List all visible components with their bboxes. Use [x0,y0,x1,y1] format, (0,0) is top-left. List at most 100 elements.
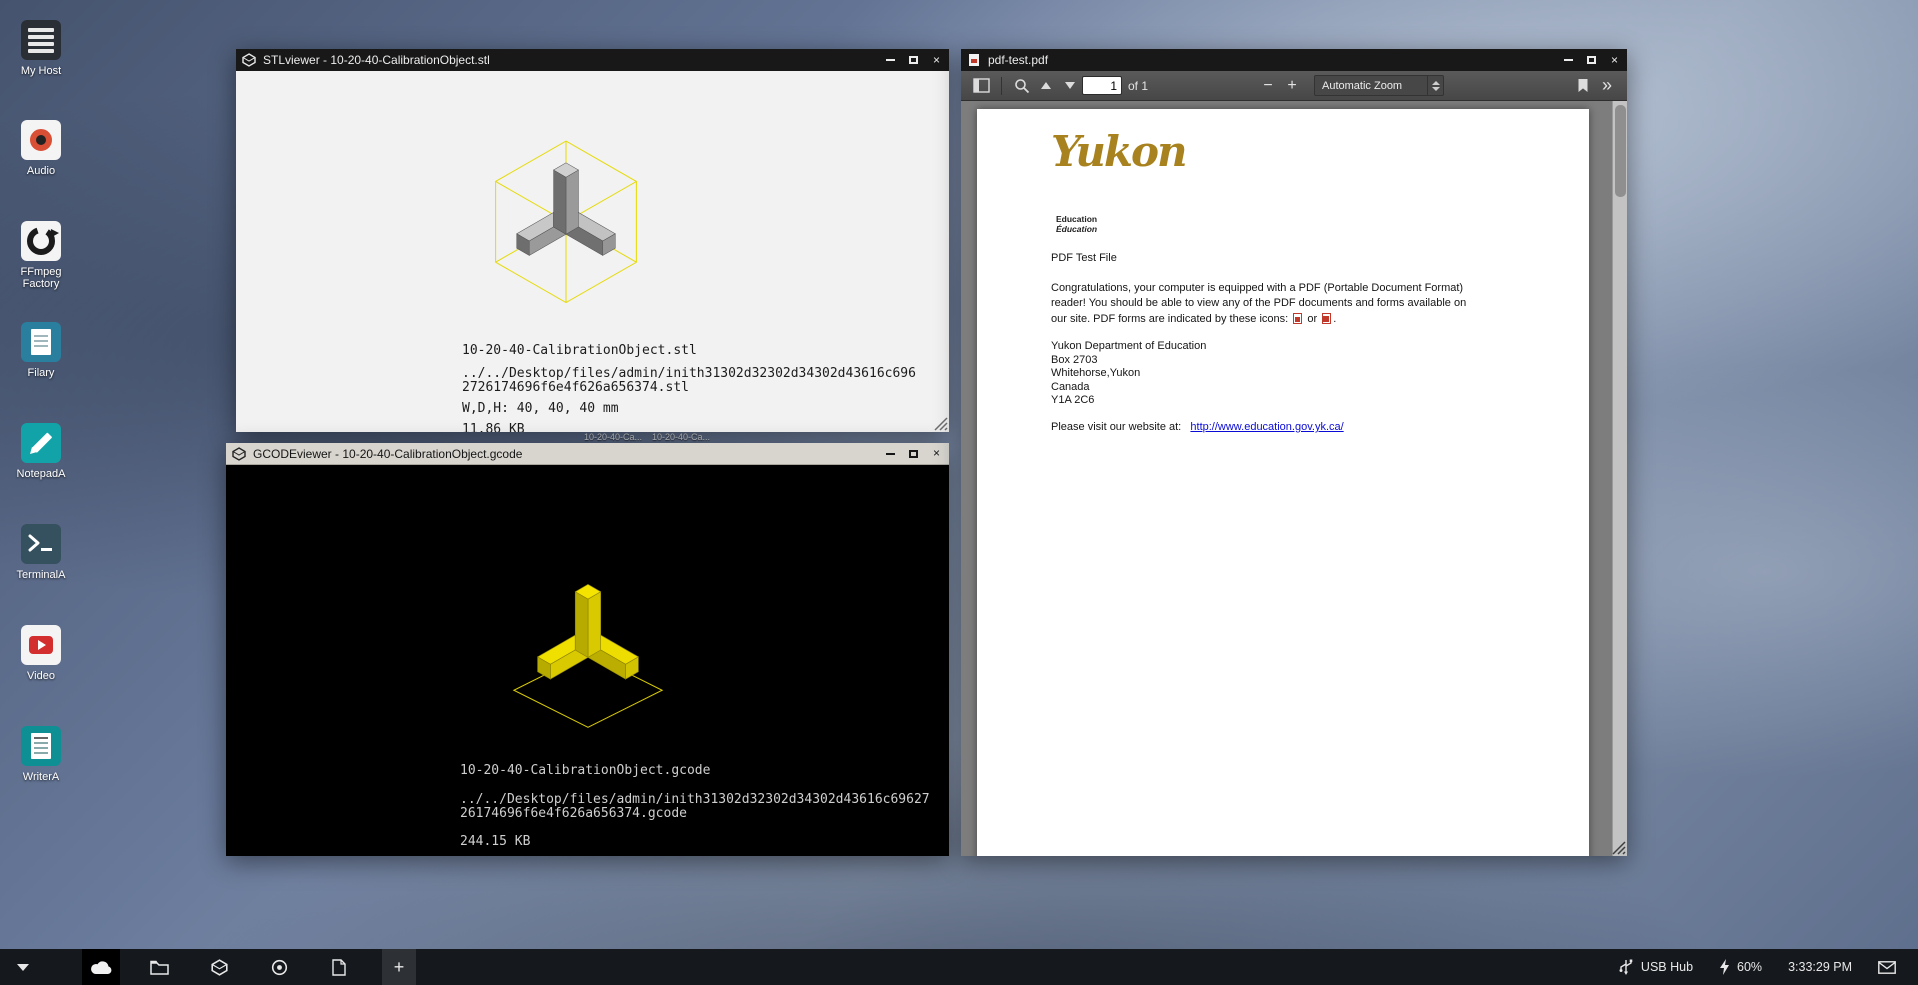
bookmark-button[interactable] [1571,75,1595,97]
notepad-pencil-icon [21,423,61,463]
paragraph-line: Congratulations, your computer is equipp… [1051,282,1463,294]
maximize-button[interactable] [907,54,920,67]
gcodeviewer-app-icon [232,447,246,461]
previous-page-button[interactable] [1034,75,1058,97]
ffmpeg-icon [21,221,61,261]
zoom-select-value: Automatic Zoom [1315,80,1427,92]
stlviewer-app-icon [242,53,256,67]
my-host-icon [21,20,61,60]
desktop-icon-label: Filary [8,367,74,379]
minimize-button[interactable] [884,54,897,67]
scrollbar[interactable] [1612,101,1627,856]
gcodeviewer-window-title: GCODEviewer - 10-20-40-CalibrationObject… [253,447,876,461]
desktop-icon-filary[interactable]: Filary [8,322,74,379]
bookmark-icon [1577,78,1589,93]
gcodeviewer-titlebar[interactable]: GCODEviewer - 10-20-40-CalibrationObject… [226,443,949,465]
charging-bolt-icon [1719,959,1730,975]
stl-viewport[interactable]: 10-20-40-CalibrationObject.stl ../../Des… [236,71,949,432]
paragraph-line: reader! You should be able to view any o… [1051,297,1466,309]
arrow-up-icon [1041,82,1051,89]
zoom-in-button[interactable]: + [1280,75,1304,97]
desktop-icon-terminala[interactable]: TerminalA [8,524,74,581]
desktop-file-label: 10-20-40-Ca... [578,432,648,442]
desktop-icon-my-host[interactable]: My Host [8,20,74,77]
resize-grip[interactable] [932,415,948,431]
filary-icon [21,322,61,362]
desktop-icon-notepada[interactable]: NotepadA [8,423,74,480]
desktop-icon-label: WriterA [8,771,74,783]
taskbar-pdf-viewer[interactable] [320,949,358,985]
stlviewer-window-title: STLviewer - 10-20-40-CalibrationObject.s… [263,53,876,67]
stl-filename: 10-20-40-CalibrationObject.stl [462,343,697,358]
taskbar-stlviewer[interactable] [200,949,238,985]
pdf-window-title: pdf-test.pdf [988,53,1554,67]
gcode-filename: 10-20-40-CalibrationObject.gcode [460,763,710,778]
gcode-filesize: 244.15 KB [460,834,530,849]
stlviewer-task-icon [211,959,228,976]
pdf-form-mini-icon [1322,313,1331,324]
maximize-button[interactable] [1585,54,1598,67]
page-count-label: of 1 [1128,79,1148,93]
pdf-document-task-icon [332,959,346,976]
minimize-button[interactable] [884,447,897,460]
toolbar-divider [1001,77,1002,95]
scrollbar-thumb[interactable] [1615,105,1626,197]
pdf-viewer-window: pdf-test.pdf × [961,49,1627,856]
taskbar-gcodeviewer[interactable] [260,949,298,985]
address-line: Yukon Department of Education [1051,340,1206,354]
stl-filesize: 11.86 KB [462,422,525,432]
gcode-3d-model [498,560,678,740]
messages-tray[interactable] [1878,961,1896,974]
close-button[interactable]: × [930,54,943,67]
battery-percent-label: 60% [1737,960,1762,974]
clock[interactable]: 3:33:29 PM [1788,960,1852,974]
pdf-heading: PDF Test File [1051,251,1117,266]
sidebar-toggle-button[interactable] [969,75,993,97]
stlviewer-titlebar[interactable]: STLviewer - 10-20-40-CalibrationObject.s… [236,49,949,71]
taskbar-new-button[interactable]: + [382,949,416,985]
pdf-titlebar[interactable]: pdf-test.pdf × [961,49,1627,71]
maximize-button[interactable] [907,447,920,460]
pdf-content-area[interactable]: Yukon Education Éducation PDF Test File … [961,101,1627,856]
taskbar-collapse-button[interactable] [0,949,46,985]
address-line: Whitehorse,Yukon [1051,367,1206,381]
stlviewer-window: STLviewer - 10-20-40-CalibrationObject.s… [236,49,949,432]
battery-status[interactable]: 60% [1719,959,1762,975]
desktop-icon-writera[interactable]: WriterA [8,726,74,783]
address-line: Y1A 2C6 [1051,394,1206,408]
cloud-icon [90,960,112,975]
desktop-icon-ffmpeg-factory[interactable]: FFmpeg Factory [8,221,74,290]
gcode-path-line1: ../../Desktop/files/admin/inith31302d323… [460,792,930,807]
stl-path-line2: 2726174696f6e4f626a656374.stl [462,380,689,395]
paragraph-line: our site. PDF forms are indicated by the… [1051,313,1288,325]
zoom-select-arrows [1427,76,1443,95]
close-button[interactable]: × [930,447,943,460]
usb-hub-status[interactable]: USB Hub [1618,959,1693,975]
zoom-out-button[interactable]: − [1256,75,1280,97]
address-line: Box 2703 [1051,354,1206,368]
zoom-select[interactable]: Automatic Zoom [1314,75,1444,96]
taskbar-file-manager[interactable] [140,949,178,985]
next-page-button[interactable] [1058,75,1082,97]
video-play-icon [21,625,61,665]
desktop-icon-audio[interactable]: Audio [8,120,74,177]
search-button[interactable] [1010,75,1034,97]
gcode-viewport[interactable]: 10-20-40-CalibrationObject.gcode ../../D… [226,465,949,856]
pdf-website-line: Please visit our website at: http://www.… [1051,420,1344,435]
clock-label: 3:33:29 PM [1788,960,1852,974]
pdf-app-icon [967,53,981,67]
pdf-toolbar: of 1 − + Automatic Zoom » [961,71,1627,101]
desktop-icon-video[interactable]: Video [8,625,74,682]
website-link[interactable]: http://www.education.gov.yk.ca/ [1190,421,1343,433]
page-number-input[interactable] [1082,76,1122,95]
minimize-button[interactable] [1562,54,1575,67]
desktop-file-label: 10-20-40-Ca... [646,432,716,442]
yukon-logo: Yukon [1051,127,1186,176]
resize-grip[interactable] [1610,839,1626,855]
toolbar-more-button[interactable]: » [1595,75,1619,97]
pdf-page: Yukon Education Éducation PDF Test File … [977,109,1589,856]
taskbar-files-app[interactable] [82,949,120,985]
desktop-icon-label: FFmpeg Factory [8,266,74,290]
search-icon [1014,78,1030,94]
close-button[interactable]: × [1608,54,1621,67]
